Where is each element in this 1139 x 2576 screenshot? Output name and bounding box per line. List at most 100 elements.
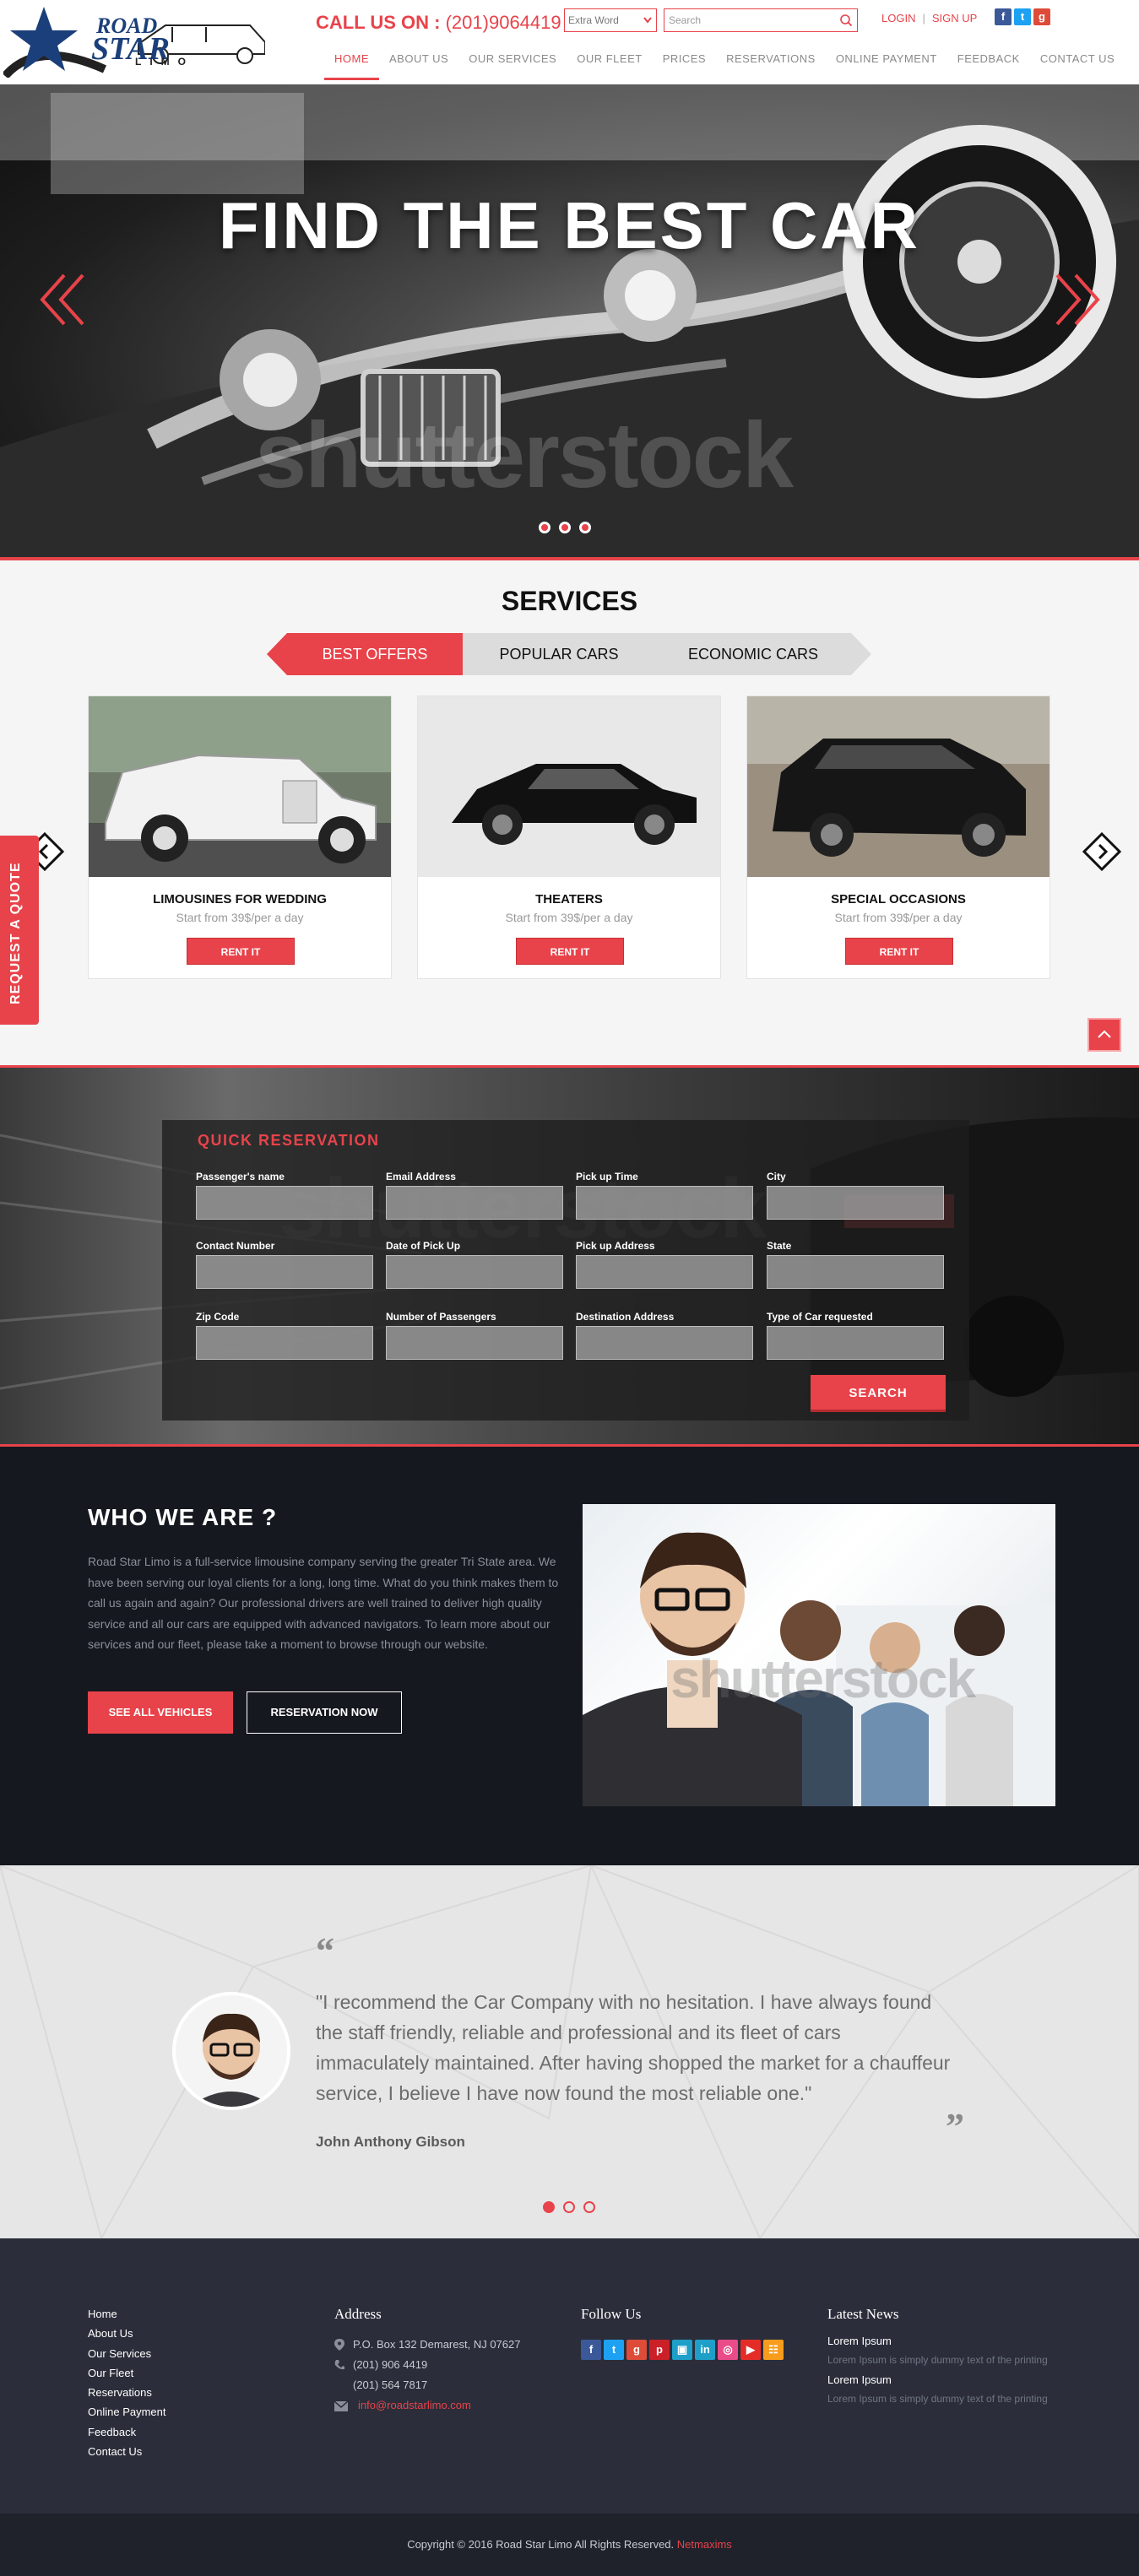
field-label: Contact Number — [196, 1240, 275, 1252]
copyright-brand-link[interactable]: Netmaxims — [677, 2538, 732, 2551]
chevron-down-icon — [643, 17, 652, 24]
nav-item-home[interactable]: HOME — [324, 52, 379, 80]
search-input[interactable]: Search — [664, 8, 858, 32]
copyright-text: Copyright © 2016 Road Star Limo All Righ… — [407, 2538, 675, 2551]
contact-number-input[interactable] — [196, 1255, 373, 1289]
reservation-form: QUICK RESERVATION SEARCH Passenger's nam… — [162, 1120, 969, 1421]
nav-item-our-fleet[interactable]: OUR FLEET — [567, 52, 652, 75]
reservation-title: QUICK RESERVATION — [198, 1132, 380, 1149]
nav-item-our-services[interactable]: OUR SERVICES — [458, 52, 567, 75]
news-title[interactable]: Lorem Ipsum — [827, 2335, 1064, 2347]
testimonial-dot[interactable] — [543, 2201, 555, 2213]
date-of-pick-up-input[interactable] — [386, 1255, 563, 1289]
hero-watermark: shutterstock — [255, 403, 794, 507]
hero-next-arrow[interactable] — [1052, 270, 1103, 339]
footer-link-online-payment[interactable]: Online Payment — [88, 2406, 166, 2425]
address-heading: Address — [334, 2306, 382, 2322]
nav-item-contact-us[interactable]: CONTACT US — [1030, 52, 1125, 75]
pinterest-icon[interactable]: p — [649, 2340, 670, 2360]
request-quote-tab[interactable]: REQUEST A QUOTE — [0, 836, 39, 1025]
footer-link-reservations[interactable]: Reservations — [88, 2386, 166, 2406]
news-title[interactable]: Lorem Ipsum — [827, 2373, 1064, 2386]
type-of-car-requested-input[interactable] — [767, 1326, 944, 1360]
card-title: SPECIAL OCCASIONS — [831, 892, 966, 906]
site-logo[interactable]: ROAD STAR LIMO — [3, 5, 265, 78]
services-next-arrow[interactable] — [1082, 832, 1121, 871]
hero-dot[interactable] — [579, 522, 591, 533]
phone-2[interactable]: (201) 564 7817 — [353, 2378, 427, 2391]
reservation-now-button[interactable]: RESERVATION NOW — [247, 1691, 402, 1734]
login-link[interactable]: LOGIN — [881, 12, 915, 24]
rent-it-button[interactable]: RENT IT — [845, 938, 953, 965]
call-phone[interactable]: (201)9064419 — [446, 12, 561, 33]
footer-link-contact-us[interactable]: Contact Us — [88, 2445, 166, 2465]
google-plus-icon[interactable]: g — [626, 2340, 647, 2360]
tab-economic-cars[interactable]: ECONOMIC CARS — [655, 633, 851, 675]
card-title: THEATERS — [535, 892, 603, 906]
scroll-to-top-button[interactable] — [1087, 1018, 1121, 1052]
twitter-icon[interactable]: t — [1014, 8, 1031, 25]
quick-reservation-section: shutterstock QUICK RESERVATION SEARCH Pa… — [0, 1065, 1139, 1447]
see-all-vehicles-button[interactable]: SEE ALL VEHICLES — [88, 1691, 233, 1734]
footer-link-feedback[interactable]: Feedback — [88, 2426, 166, 2445]
signup-link[interactable]: SIGN UP — [932, 12, 977, 24]
news-desc: Lorem Ipsum is simply dummy text of the … — [827, 2354, 1048, 2366]
email-address-input[interactable] — [386, 1186, 563, 1220]
pick-up-time-input[interactable] — [576, 1186, 753, 1220]
field-label: Number of Passengers — [386, 1311, 496, 1323]
field-label: Pick up Address — [576, 1240, 655, 1252]
dribbble-icon[interactable]: ◎ — [718, 2340, 738, 2360]
rss-icon[interactable]: ☷ — [763, 2340, 784, 2360]
search-button[interactable]: SEARCH — [811, 1375, 946, 1412]
rent-it-button[interactable]: RENT IT — [516, 938, 624, 965]
site-footer: Home About Us Our Services Our Fleet Reserva… — [0, 2238, 1139, 2514]
facebook-icon[interactable]: f — [581, 2340, 601, 2360]
chevron-up-icon — [1098, 1030, 1111, 1038]
facebook-icon[interactable]: f — [995, 8, 1012, 25]
phone-icon — [334, 2360, 344, 2370]
google-plus-icon[interactable]: g — [1033, 8, 1050, 25]
who-we-are-section: WHO WE ARE ? Road Star Limo is a full-se… — [0, 1447, 1139, 1865]
double-chevron-left-icon — [40, 273, 84, 326]
linkedin-icon[interactable]: in — [695, 2340, 715, 2360]
nav-item-reservations[interactable]: RESERVATIONS — [716, 52, 826, 75]
auth-links: LOGIN | SIGN UP — [881, 12, 977, 24]
destination-address-input[interactable] — [576, 1326, 753, 1360]
tab-popular-cars[interactable]: POPULAR CARS — [463, 633, 655, 675]
city-input[interactable] — [767, 1186, 944, 1220]
number-of-passengers-input[interactable] — [386, 1326, 563, 1360]
youtube-icon[interactable]: ▶ — [740, 2340, 761, 2360]
nav-item-online-payment[interactable]: ONLINE PAYMENT — [826, 52, 947, 75]
footer-link-our-services[interactable]: Our Services — [88, 2347, 166, 2367]
hero-prev-arrow[interactable] — [37, 270, 88, 339]
state-input[interactable] — [767, 1255, 944, 1289]
nav-item-feedback[interactable]: FEEDBACK — [947, 52, 1030, 75]
footer-link-about-us[interactable]: About Us — [88, 2327, 166, 2346]
wedding-limo-image — [89, 696, 391, 877]
services-tabs: BEST OFFERS POPULAR CARS ECONOMIC CARS — [267, 633, 871, 675]
nav-item-prices[interactable]: PRICES — [653, 52, 716, 75]
footer-link-our-fleet[interactable]: Our Fleet — [88, 2367, 166, 2386]
rent-it-button[interactable]: RENT IT — [187, 938, 295, 965]
flickr-icon[interactable]: ▣ — [672, 2340, 692, 2360]
hero-slider: shutterstock FIND THE BEST CAR — [0, 84, 1139, 557]
email-link[interactable]: info@roadstarlimo.com — [358, 2399, 471, 2411]
extra-word-select[interactable]: Extra Word — [564, 8, 657, 32]
phone-1[interactable]: (201) 906 4419 — [353, 2358, 427, 2371]
pick-up-address-input[interactable] — [576, 1255, 753, 1289]
reviewer-avatar — [172, 1992, 290, 2110]
twitter-icon[interactable]: t — [604, 2340, 624, 2360]
nav-item-about-us[interactable]: ABOUT US — [379, 52, 458, 75]
field-label: Date of Pick Up — [386, 1240, 461, 1252]
testimonial-dot[interactable] — [563, 2201, 575, 2213]
footer-link-home[interactable]: Home — [88, 2308, 166, 2327]
zip-code-input[interactable] — [196, 1326, 373, 1360]
hero-dot[interactable] — [559, 522, 571, 533]
tab-best-offers[interactable]: BEST OFFERS — [287, 633, 463, 675]
who-title: WHO WE ARE ? — [88, 1504, 278, 1530]
suv-image — [747, 696, 1050, 877]
passenger-s-name-input[interactable] — [196, 1186, 373, 1220]
testimonial-dot[interactable] — [583, 2201, 595, 2213]
hero-dot[interactable] — [539, 522, 551, 533]
search-icon[interactable] — [839, 14, 853, 27]
